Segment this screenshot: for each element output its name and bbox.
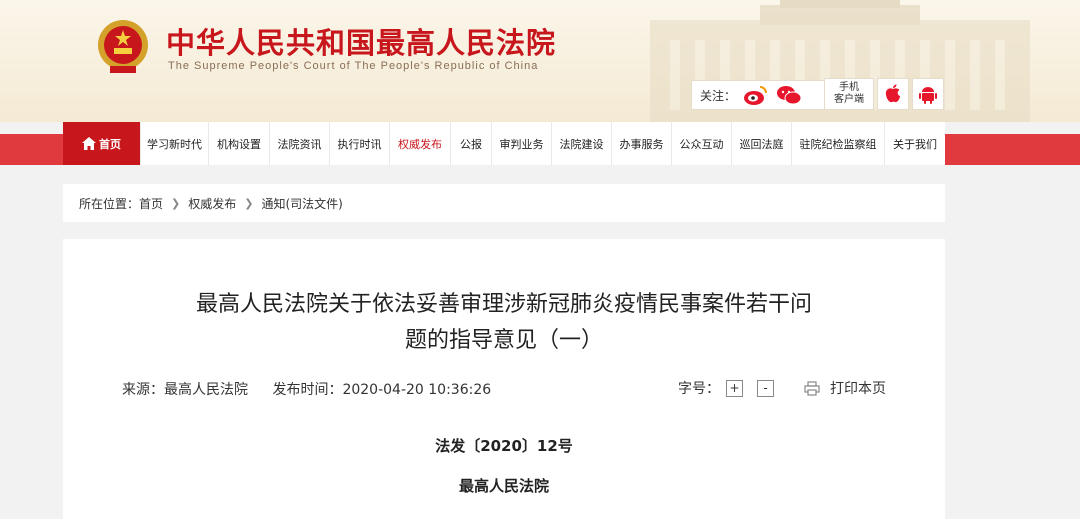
android-icon [919, 87, 937, 104]
document-number: 法发〔2020〕12号 [435, 437, 573, 455]
article-panel: 最高人民法院关于依法妥善审理涉新冠肺炎疫情民事案件若干问 题的指导意见（一） 来… [63, 239, 945, 519]
nav-item-home[interactable]: 首页 [63, 122, 141, 165]
nav-item-news[interactable]: 法院资讯 [270, 122, 330, 165]
mobile-label-line2: 客户端 [834, 94, 864, 105]
apple-icon [885, 84, 900, 103]
printer-icon[interactable] [804, 380, 820, 396]
chevron-right-icon: ❯ [244, 196, 254, 210]
site-header: 中华人民共和国最高人民法院 The Supreme People's Court… [0, 0, 1080, 122]
nav-item-institutions[interactable]: 机构设置 [209, 122, 270, 165]
article-published-time: 发布时间：2020-04-20 10:36:26 [272, 382, 492, 398]
nav-item-authoritative-release[interactable]: 权威发布 [390, 122, 451, 165]
follow-label: 关注： [700, 88, 737, 103]
follow-bar: 关注： [691, 80, 829, 110]
nav-item-enforcement[interactable]: 执行时讯 [330, 122, 390, 165]
nav-item-circuit-court[interactable]: 巡回法庭 [732, 122, 792, 165]
article-title-line1: 最高人民法院关于依法妥善审理涉新冠肺炎疫情民事案件若干问 [195, 292, 812, 317]
main-nav: 首页 学习新时代 机构设置 法院资讯 执行时讯 权威发布 公报 审判业务 法院建… [63, 122, 945, 165]
mobile-client-button[interactable]: 手机 客户端 [824, 78, 874, 110]
font-decrease-button[interactable]: - [757, 379, 774, 397]
article-title-line2: 题的指导意见（一） [404, 328, 603, 353]
mobile-label-line1: 手机 [839, 82, 859, 93]
nav-item-trial-business[interactable]: 审判业务 [492, 122, 552, 165]
article-title: 最高人民法院关于依法妥善审理涉新冠肺炎疫情民事案件若干问 题的指导意见（一） [63, 287, 945, 359]
breadcrumb-authoritative-release[interactable]: 权威发布 [188, 195, 236, 212]
article-source: 来源：最高人民法院 [122, 382, 248, 398]
nav-item-about[interactable]: 关于我们 [885, 122, 945, 165]
article-tools: 字号： + - 打印本页 [678, 378, 886, 398]
site-title[interactable]: 中华人民共和国最高人民法院 [166, 20, 556, 62]
site-subtitle: The Supreme People's Court of The People… [168, 60, 539, 72]
nav-item-study[interactable]: 学习新时代 [141, 122, 209, 165]
national-emblem-icon [98, 20, 148, 73]
breadcrumb-notice[interactable]: 通知(司法文件) [261, 195, 342, 212]
chevron-right-icon: ❯ [171, 196, 181, 210]
breadcrumb-prefix: 所在位置： [79, 196, 140, 211]
font-size-label: 字号： [678, 381, 720, 397]
nav-item-discipline-group[interactable]: 驻院纪检监察组 [792, 122, 885, 165]
android-app-button[interactable] [912, 78, 944, 110]
article-meta: 来源：最高人民法院 发布时间：2020-04-20 10:36:26 [122, 379, 511, 399]
nav-item-court-building[interactable]: 法院建设 [552, 122, 612, 165]
breadcrumb-home[interactable]: 首页 [139, 195, 163, 212]
nav-item-services[interactable]: 办事服务 [612, 122, 672, 165]
wechat-icon[interactable] [776, 84, 802, 106]
home-icon [82, 137, 96, 150]
nav-item-gazette[interactable]: 公报 [451, 122, 492, 165]
breadcrumb: 所在位置： 首页 ❯ 权威发布 ❯ 通知(司法文件) [63, 184, 945, 222]
font-increase-button[interactable]: + [726, 379, 743, 397]
ios-app-button[interactable] [877, 78, 909, 110]
document-issuer: 最高人民法院 [458, 477, 549, 495]
nav-item-interaction[interactable]: 公众互动 [672, 122, 732, 165]
weibo-icon[interactable] [742, 84, 768, 106]
print-page-link[interactable]: 打印本页 [830, 378, 886, 398]
nav-item-label: 首页 [99, 137, 121, 151]
